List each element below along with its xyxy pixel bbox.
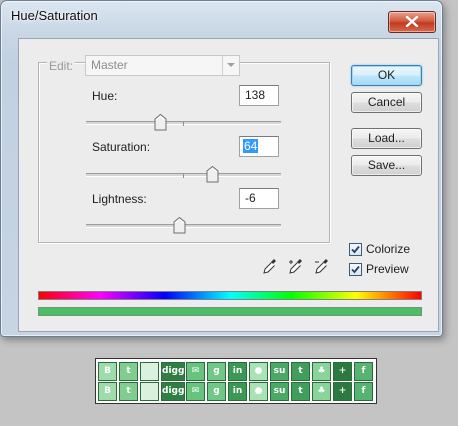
hue-label: Hue: [92,89,118,103]
delicious-icon[interactable] [140,362,159,381]
digg-icon[interactable]: digg [161,382,185,401]
eyedropper-plus-icon[interactable] [289,258,303,274]
linkedin-icon[interactable]: in [228,362,247,381]
tumblr-icon[interactable]: t [291,362,310,381]
saturation-slider-track[interactable] [86,173,281,178]
preview-box[interactable] [349,263,362,276]
hue-saturation-dialog: Hue/Saturation Edit: Master Hue: 138 Sat… [0,0,443,337]
tumblr-icon[interactable]: t [291,382,310,401]
lightness-input[interactable]: -6 [239,188,279,209]
saturation-label: Saturation: [92,140,151,154]
colorize-label: Colorize [366,242,411,256]
preview-label: Preview [366,262,409,276]
cancel-button[interactable]: Cancel [351,92,422,113]
checkmark-icon [351,245,360,254]
window-title: Hue/Saturation [11,8,98,23]
hue-value: 138 [245,88,266,102]
twitter-icon[interactable]: t [119,382,138,401]
edit-group [38,62,330,243]
saturation-center-tick [183,174,184,178]
ok-button[interactable]: OK [351,65,422,86]
reddit-icon[interactable]: ● [249,382,268,401]
checkmark-icon [351,265,360,274]
facebook-icon[interactable]: f [354,362,373,381]
myspace-icon[interactable]: ♣ [312,382,331,401]
twitter-icon[interactable]: t [119,362,138,381]
saturation-input[interactable]: 64 [239,136,279,157]
stumbleupon-icon[interactable]: su [270,382,289,401]
add-icon[interactable]: + [333,362,352,381]
input-color-spectrum [38,291,422,300]
hue-slider-track[interactable] [86,121,281,126]
google-icon[interactable]: g [207,382,226,401]
edit-select-value: Master [91,58,128,72]
facebook-icon[interactable]: f [354,382,373,401]
dropdown-arrow[interactable] [222,56,239,75]
saturation-value: 64 [243,139,259,153]
dialog-body: Edit: Master Hue: 138 Saturation: 64 Lig… [18,38,439,332]
output-color-bar [38,307,422,316]
load-button[interactable]: Load... [351,128,422,149]
eyedropper-minus-icon[interactable] [315,258,329,274]
hue-slider-thumb[interactable] [154,114,167,131]
reddit-icon[interactable]: ● [249,362,268,381]
email-icon[interactable]: ✉ [186,362,205,381]
google-icon[interactable]: g [207,362,226,381]
linkedin-icon[interactable]: in [228,382,247,401]
eyedropper-icon[interactable] [263,258,277,274]
blogger-icon[interactable]: B [98,382,117,401]
lightness-value: -6 [245,191,256,205]
colorize-box[interactable] [349,243,362,256]
chevron-down-icon [227,63,235,67]
saturation-slider-thumb[interactable] [206,166,219,183]
stumbleupon-icon[interactable]: su [270,362,289,381]
blogger-icon[interactable]: B [98,362,117,381]
hue-input[interactable]: 138 [239,85,279,106]
digg-icon[interactable]: digg [161,362,185,381]
delicious-icon[interactable] [140,382,159,401]
icon-strip: Bt digg ✉ g in ● su t ♣ + f Bt digg ✉ g in ● su t ♣ + f [95,358,377,404]
hue-center-tick [183,122,184,126]
myspace-icon[interactable]: ♣ [312,362,331,381]
lightness-slider-thumb[interactable] [173,217,186,234]
close-button[interactable] [388,11,436,33]
edit-select[interactable]: Master [85,55,240,76]
edit-label: Edit: [47,59,76,73]
lightness-label: Lightness: [92,192,147,206]
save-button[interactable]: Save... [351,155,422,176]
close-icon [405,16,419,27]
email-icon[interactable]: ✉ [186,382,205,401]
add-icon[interactable]: + [333,382,352,401]
